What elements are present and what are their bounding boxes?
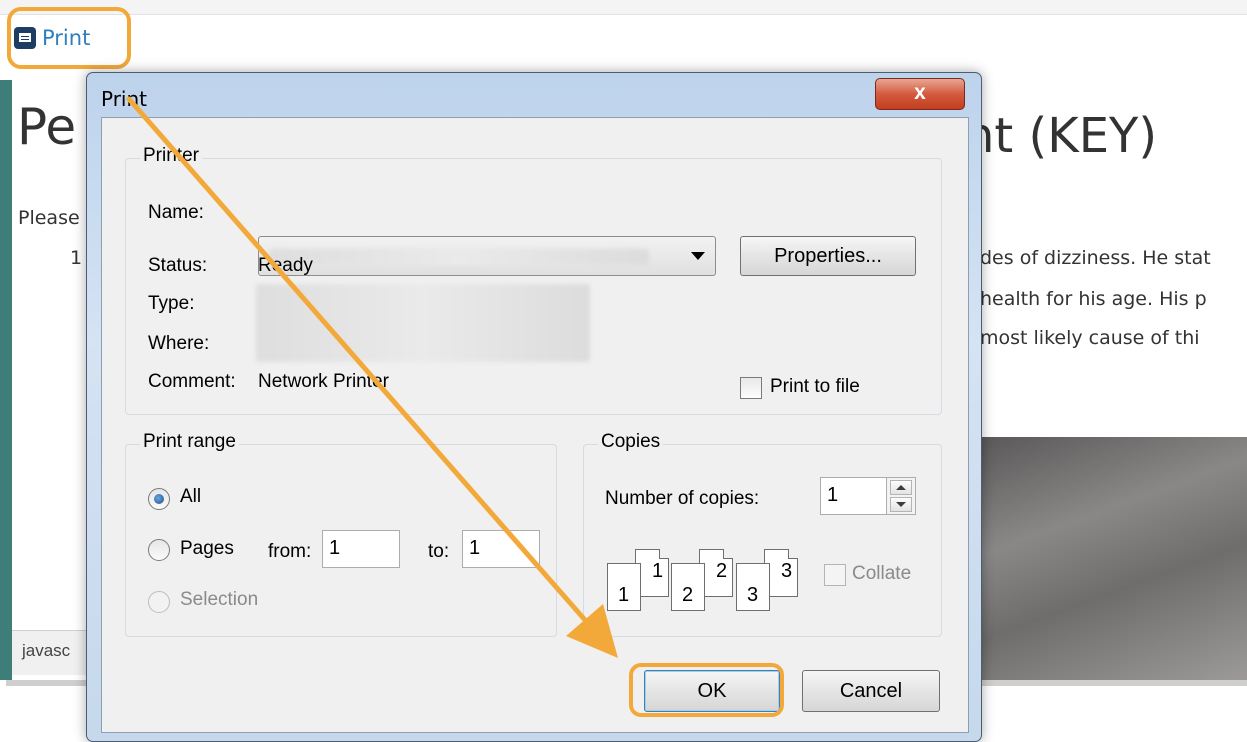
guide-arrow-line [126, 96, 595, 631]
guide-arrow [126, 96, 618, 658]
guide-arrow-head [566, 604, 618, 658]
